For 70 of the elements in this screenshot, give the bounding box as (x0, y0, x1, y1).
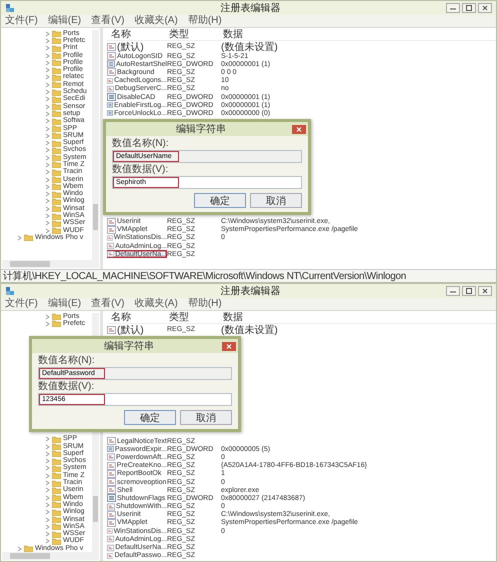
scroll-thumb[interactable] (10, 261, 50, 267)
close-icon (478, 3, 492, 13)
maximize-icon (462, 286, 476, 296)
folder-icon (24, 234, 33, 242)
cancel-button[interactable]: 取消 (250, 193, 302, 208)
minimize-icon (446, 286, 460, 296)
column-header[interactable]: 名称 (107, 28, 169, 41)
value-name-cell[interactable]: (默认) (107, 41, 167, 52)
menu-item[interactable]: 查看(V) (91, 15, 124, 27)
scroll-thumb[interactable] (10, 553, 50, 559)
string-value-icon (107, 486, 116, 494)
column-header[interactable]: 类型 (169, 311, 223, 324)
menu-item[interactable]: 收藏夹(A) (134, 15, 178, 27)
menu-item[interactable]: 文件(F) (5, 15, 38, 27)
string-value-icon (107, 326, 116, 334)
registry-cubes-icon (5, 286, 15, 296)
menu-item[interactable]: 收藏夹(A) (134, 298, 178, 310)
scrollbar[interactable] (2, 552, 99, 560)
binary-value-icon (107, 494, 116, 502)
column-header[interactable]: 数据 (223, 28, 243, 41)
value-name-cell[interactable]: (默认) (107, 324, 167, 335)
string-value-icon (107, 437, 116, 446)
menu-item[interactable]: 帮助(H) (188, 15, 222, 27)
window-title: 注册表编辑器 (220, 2, 282, 15)
field-label: 数值名称(N): (112, 138, 170, 149)
string-value-icon (107, 470, 116, 478)
menu-item[interactable]: 文件(F) (5, 298, 38, 310)
close-icon (478, 286, 492, 296)
field-label: 数值数据(V): (112, 164, 170, 175)
value-name: (默认) (117, 40, 144, 53)
minimize-icon (446, 3, 460, 13)
ok-button[interactable]: 确定 (194, 193, 246, 208)
dialog-title: 编辑字符串 (175, 122, 227, 136)
cancel-button[interactable]: 取消 (180, 410, 232, 425)
close-icon (292, 124, 306, 134)
scroll-thumb[interactable] (93, 204, 98, 230)
status-path: 计算机\HKEY_LOCAL_MACHINE\SOFTWARE\Microsoft\Windows NT\CurrentVersion\Winlogon (3, 270, 406, 284)
column-header[interactable]: 类型 (169, 28, 223, 41)
string-value-icon (107, 462, 116, 470)
value-data: (数值未设置) (221, 40, 278, 53)
string-value-icon (107, 478, 116, 486)
menu-item[interactable]: 帮助(H) (188, 298, 222, 310)
string-value-icon (107, 42, 116, 50)
registry-cubes-icon (5, 3, 15, 13)
string-value-icon (107, 218, 116, 226)
scroll-thumb[interactable] (93, 496, 98, 522)
menu-item[interactable]: 编辑(E) (48, 298, 82, 310)
value-name: (默认) (117, 324, 144, 336)
string-value-icon (107, 52, 116, 60)
maximize-icon (462, 3, 476, 13)
column-header[interactable]: 名称 (107, 311, 169, 324)
field-label: 数值名称(N): (38, 355, 96, 366)
column-header[interactable]: 数据 (223, 311, 243, 324)
menu-item[interactable]: 编辑(E) (48, 15, 82, 27)
window-title: 注册表编辑器 (220, 284, 282, 298)
menu-item[interactable]: 查看(V) (91, 298, 124, 310)
value-data: (数值未设置) (221, 324, 278, 336)
string-value-icon (107, 453, 116, 462)
binary-value-icon (107, 445, 114, 454)
string-value-icon (107, 510, 116, 519)
ok-button[interactable]: 确定 (124, 410, 176, 425)
binary-value-icon (107, 60, 116, 68)
close-icon (222, 342, 236, 350)
scrollbar[interactable] (2, 260, 99, 268)
string-value-icon (107, 68, 116, 76)
scrollbar[interactable] (92, 30, 99, 260)
string-value-icon (107, 502, 116, 511)
binary-value-icon (107, 93, 116, 102)
field-label: 数值数据(V): (38, 381, 96, 392)
dialog-title: 编辑字符串 (103, 340, 155, 353)
